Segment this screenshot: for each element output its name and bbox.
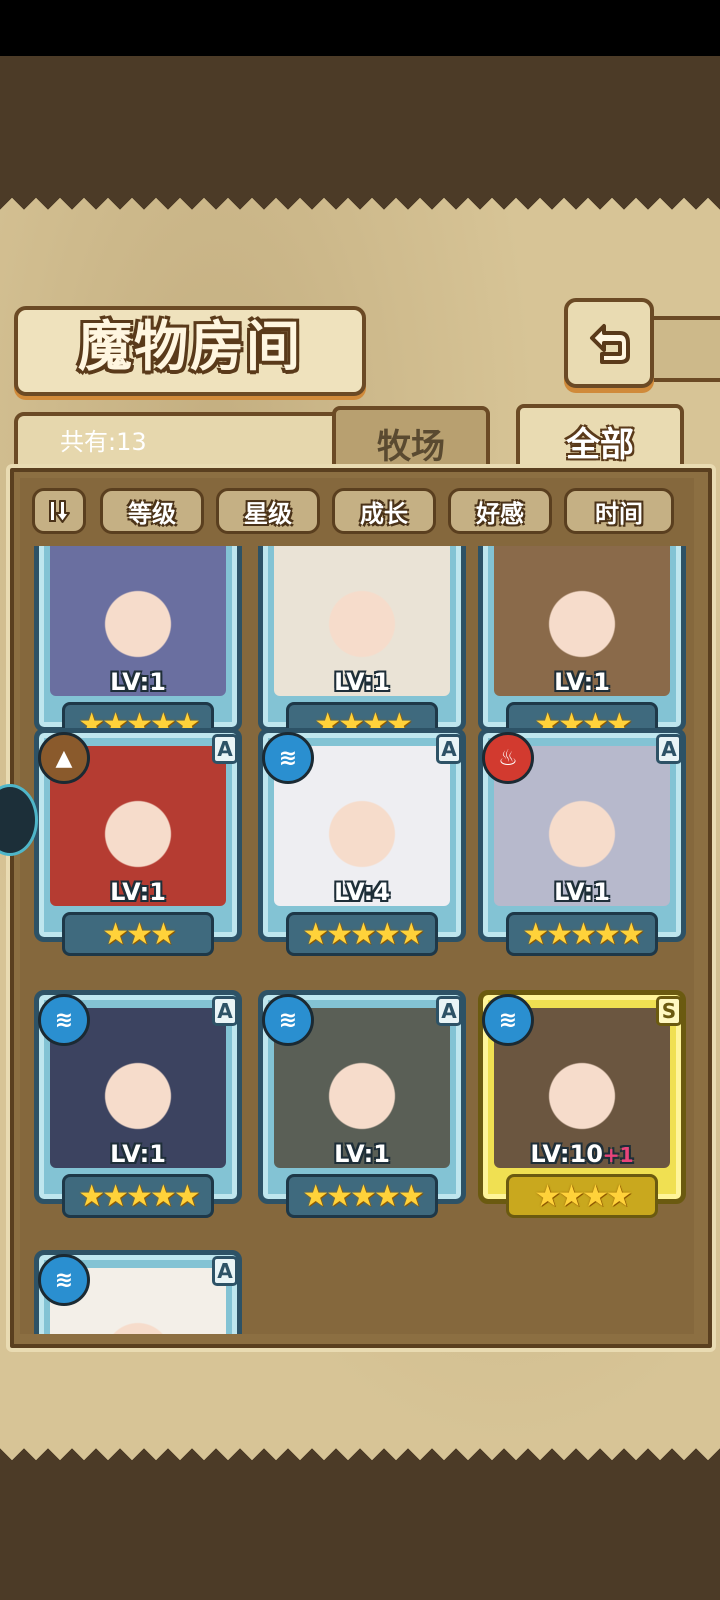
rank-badge: A bbox=[436, 734, 462, 764]
sort-time-button[interactable]: 时间 bbox=[564, 488, 674, 534]
monster-card[interactable]: ≋ A bbox=[34, 1250, 242, 1334]
sort-order-toggle[interactable] bbox=[32, 488, 86, 534]
monster-level: LV:1 bbox=[478, 668, 686, 696]
monster-level-text: LV:1 bbox=[110, 1140, 166, 1168]
monster-card[interactable]: ▲ A LV:1 ★★★ bbox=[34, 728, 242, 966]
monster-card[interactable]: ♨ A LV:1 ★★★★★ bbox=[478, 728, 686, 966]
monster-count: 共有:13 bbox=[60, 428, 147, 456]
monster-level: LV:1 bbox=[34, 878, 242, 906]
sort-affection-button[interactable]: 好感 bbox=[448, 488, 552, 534]
monster-level-text: LV:4 bbox=[334, 878, 390, 906]
monster-card[interactable]: ≋ A LV:1 ★★★★★ bbox=[258, 990, 466, 1228]
water-element-icon: ≋ bbox=[262, 732, 314, 784]
star-icons: ★★★★★ bbox=[302, 1178, 424, 1214]
back-button-rail bbox=[646, 316, 720, 382]
sort-star-button[interactable]: 星级 bbox=[216, 488, 320, 534]
rank-badge: A bbox=[212, 1256, 238, 1286]
monster-level-text: LV:1 bbox=[110, 878, 166, 906]
rank-badge: A bbox=[436, 996, 462, 1026]
torn-edge-top bbox=[0, 186, 720, 210]
rank-badge: A bbox=[212, 734, 238, 764]
page-title: 魔物房间 bbox=[78, 315, 302, 378]
status-bar bbox=[0, 0, 720, 56]
monster-level-text: LV:1 bbox=[334, 668, 390, 696]
sort-order-icon bbox=[49, 500, 70, 523]
monster-level: LV:4 bbox=[258, 878, 466, 906]
star-icons: ★★★★★ bbox=[302, 916, 424, 952]
monster-card[interactable]: ≋ A LV:4 ★★★★★ bbox=[258, 728, 466, 966]
star-icons: ★★★★★ bbox=[78, 1178, 200, 1214]
star-rating: ★★★ bbox=[62, 912, 214, 956]
back-arrow-icon bbox=[590, 324, 630, 364]
monster-card[interactable]: ≋ S LV:10+1 ★★★★ bbox=[478, 990, 686, 1228]
earth-element-icon: ▲ bbox=[38, 732, 90, 784]
star-rating: ★★★★★ bbox=[286, 912, 438, 956]
rank-badge: S bbox=[656, 996, 682, 1026]
monster-level-text: LV:1 bbox=[334, 1140, 390, 1168]
background-top-map bbox=[0, 56, 720, 188]
monster-level: LV:1 bbox=[34, 668, 242, 696]
sort-level-button[interactable]: 等级 bbox=[100, 488, 204, 534]
monster-grid: LV:1 ★★★★★ LV:1 ★★★★ LV:1 ★★★★ ▲ A LV:1 ★★★ ≋ A LV:4… bbox=[20, 546, 694, 1334]
torn-edge-bottom bbox=[0, 1448, 720, 1472]
monster-level: LV:1 bbox=[34, 1140, 242, 1168]
star-icons: ★★★★ bbox=[534, 1178, 633, 1214]
monster-card[interactable]: LV:1 ★★★★ bbox=[478, 546, 686, 756]
star-rating: ★★★★ bbox=[506, 1174, 658, 1218]
monster-level-text: LV:1 bbox=[110, 668, 166, 696]
star-icons: ★★★ bbox=[102, 916, 177, 952]
star-rating: ★★★★★ bbox=[506, 912, 658, 956]
water-element-icon: ≋ bbox=[38, 1254, 90, 1306]
monster-level: LV:1 bbox=[258, 1140, 466, 1168]
fire-element-icon: ♨ bbox=[482, 732, 534, 784]
monster-level-text: LV:1 bbox=[554, 668, 610, 696]
star-rating: ★★★★★ bbox=[286, 1174, 438, 1218]
water-element-icon: ≋ bbox=[38, 994, 90, 1046]
monster-card[interactable]: LV:1 ★★★★★ bbox=[34, 546, 242, 756]
monster-level: LV:1 bbox=[258, 668, 466, 696]
monster-level: LV:1 bbox=[478, 878, 686, 906]
monster-level: LV:10+1 bbox=[478, 1140, 686, 1168]
monster-level-bonus: +1 bbox=[602, 1143, 634, 1167]
rank-badge: A bbox=[212, 996, 238, 1026]
star-icons: ★★★★★ bbox=[522, 916, 644, 952]
water-element-icon: ≋ bbox=[482, 994, 534, 1046]
sort-growth-button[interactable]: 成长 bbox=[332, 488, 436, 534]
star-rating: ★★★★★ bbox=[62, 1174, 214, 1218]
back-button[interactable] bbox=[564, 298, 654, 388]
monster-card[interactable]: LV:1 ★★★★ bbox=[258, 546, 466, 756]
water-element-icon: ≋ bbox=[262, 994, 314, 1046]
monster-card[interactable]: ≋ A LV:1 ★★★★★ bbox=[34, 990, 242, 1228]
monster-level-text: LV:10 bbox=[530, 1140, 603, 1168]
rank-badge: A bbox=[656, 734, 682, 764]
background-bottom-map bbox=[0, 1460, 720, 1600]
monster-level-text: LV:1 bbox=[554, 878, 610, 906]
